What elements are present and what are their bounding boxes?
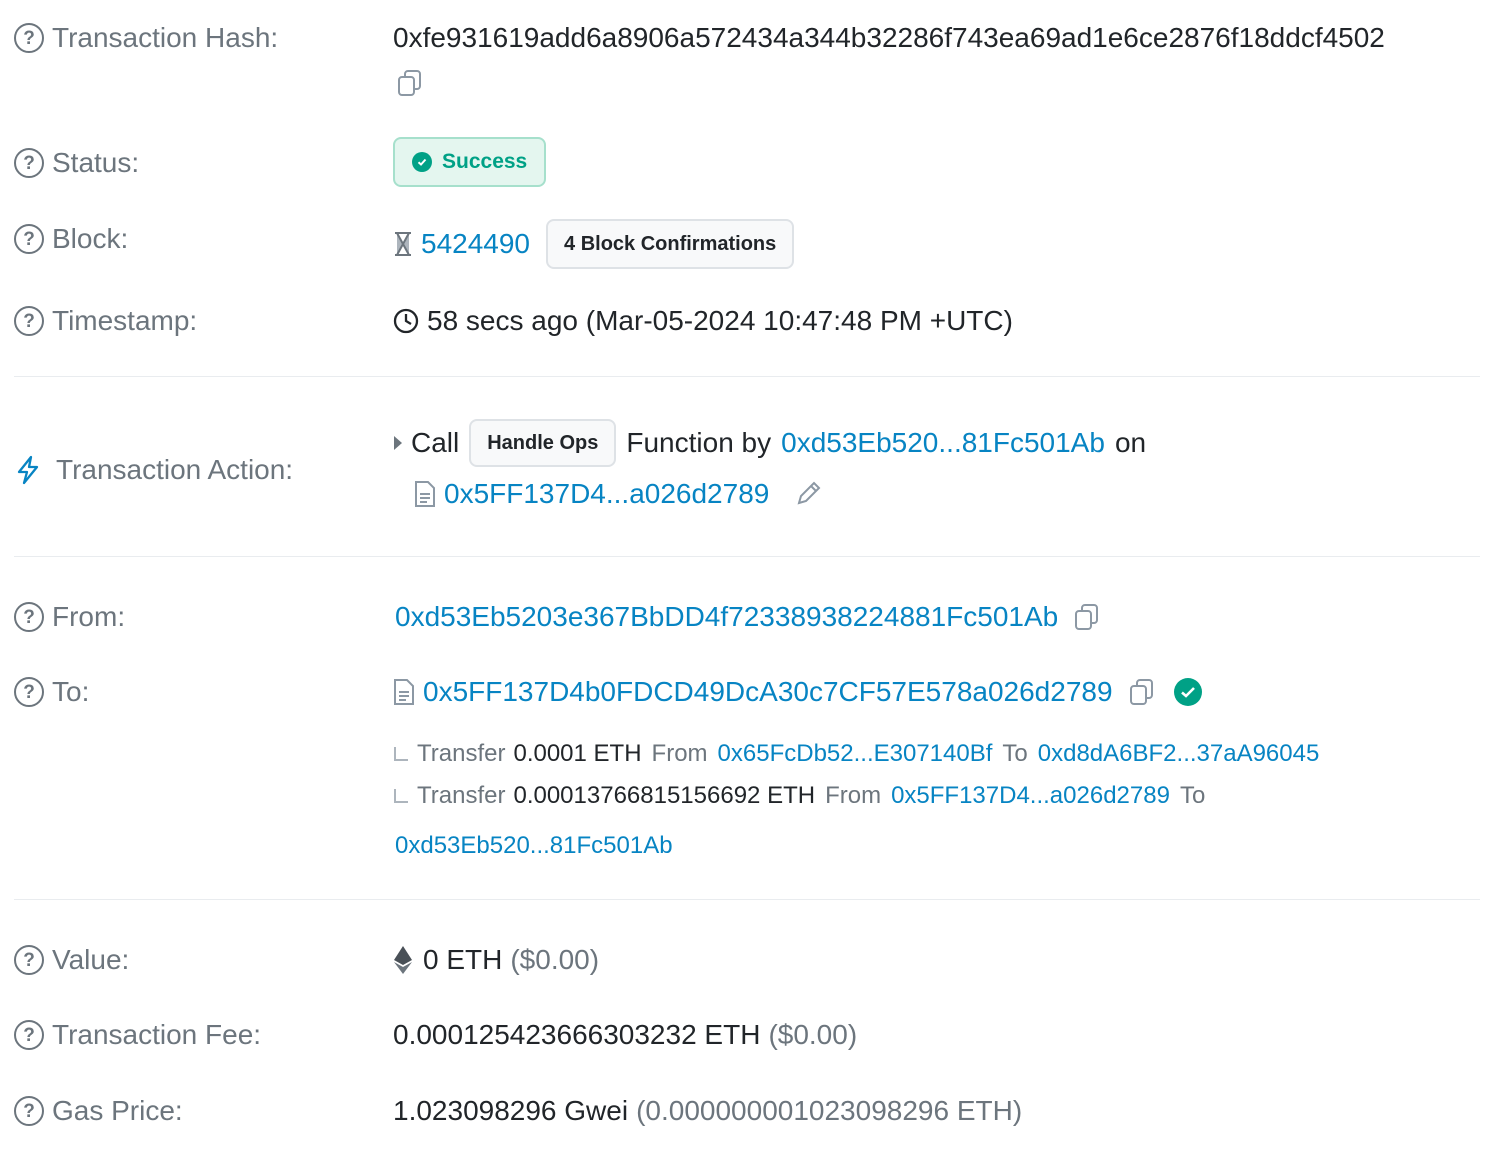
file-icon [393,678,415,706]
timestamp-row: ? Timestamp: 58 secs ago (Mar-05-2024 10… [14,305,1480,341]
transfer-from-link[interactable]: 0x65FcDb52...E307140Bf [718,740,993,768]
fee-usd: ($0.00) [768,1019,858,1050]
transaction-action-label: Transaction Action: [14,454,293,486]
block-confirmations-badge: 4 Block Confirmations [546,219,795,269]
verified-check-icon [1173,677,1203,707]
question-circle-icon[interactable]: ? [14,677,44,707]
caret-right-icon[interactable] [393,435,403,451]
hourglass-icon [393,231,413,257]
from-row: ? From: 0xd53Eb5203e367BbDD4f72338938224… [14,601,1480,637]
copy-icon[interactable] [1072,602,1102,632]
check-circle-icon [412,152,432,172]
gas-price-eth: (0.000000001023098296 ETH) [636,1095,1023,1126]
transaction-action-row: Transaction Action: Call Handle Ops Func… [14,416,1480,526]
timestamp-value: 58 secs ago (Mar-05-2024 10:47:48 PM +UT… [427,305,1013,336]
corner-arrow-icon [393,746,409,762]
to-label: ? To: [14,676,89,708]
copy-icon[interactable] [1127,677,1157,707]
question-circle-icon[interactable]: ? [14,23,44,53]
block-number-link[interactable]: 5424490 [421,228,530,260]
transfer-line: Transfer 0.0001 ETH From 0x65FcDb52...E3… [393,740,1319,768]
transaction-hash-value[interactable]: 0xfe931619add6a8906a572434a344b32286f743… [393,22,1385,54]
transfer-to-link[interactable]: 0xd8dA6BF2...37aA96045 [1038,740,1320,768]
copy-icon[interactable] [395,68,425,98]
value-row: ? Value: 0 ETH ($0.00) [14,944,1480,980]
to-row: ? To: 0x5FF137D4b0FDCD49DcA30c7CF57E578a… [14,676,1480,866]
transfer-from-link[interactable]: 0x5FF137D4...a026d2789 [891,782,1170,810]
transaction-hash-row: ? Transaction Hash: 0xfe931619add6a8906a… [14,22,1480,102]
method-badge: Handle Ops [469,419,617,467]
ethereum-icon [393,945,413,975]
transfer-line-continued: 0xd53Eb520...81Fc501Ab [395,832,673,860]
corner-arrow-icon [393,788,409,804]
gas-price-label: ? Gas Price: [14,1095,183,1127]
status-label: ? Status: [14,147,139,179]
to-address-link[interactable]: 0x5FF137D4b0FDCD49DcA30c7CF57E578a026d27… [423,676,1113,708]
transaction-fee-row: ? Transaction Fee: 0.000125423666303232 … [14,1019,1480,1055]
question-circle-icon[interactable]: ? [14,1096,44,1126]
question-circle-icon[interactable]: ? [14,148,44,178]
divider [14,556,1480,557]
pencil-icon[interactable] [793,479,823,509]
question-circle-icon[interactable]: ? [14,224,44,254]
status-badge: Success [393,137,547,187]
block-label: ? Block: [14,223,128,255]
block-row: ? Block: 5424490 4 Block Confirmations [14,219,1480,269]
value-label: ? Value: [14,944,129,976]
transfer-line: Transfer 0.00013766815156692 ETH From 0x… [393,782,1205,810]
caller-address-link[interactable]: 0xd53Eb520...81Fc501Ab [781,427,1105,459]
question-circle-icon[interactable]: ? [14,945,44,975]
transaction-hash-label: ? Transaction Hash: [14,22,278,54]
timestamp-label: ? Timestamp: [14,305,197,337]
divider [14,899,1480,900]
clock-icon [393,308,419,334]
lightning-icon [14,455,56,485]
from-address-link[interactable]: 0xd53Eb5203e367BbDD4f72338938224881Fc501… [395,601,1058,633]
transfer-to-link[interactable]: 0xd53Eb520...81Fc501Ab [395,832,673,860]
question-circle-icon[interactable]: ? [14,306,44,336]
gas-price-row: ? Gas Price: 1.023098296 Gwei (0.0000000… [14,1095,1480,1131]
status-row: ? Status: Success [14,137,1480,187]
divider [14,376,1480,377]
transaction-fee-label: ? Transaction Fee: [14,1019,261,1051]
fee-amount: 0.000125423666303232 ETH [393,1019,761,1050]
gas-price-amount: 1.023098296 Gwei [393,1095,629,1126]
from-label: ? From: [14,601,125,633]
question-circle-icon[interactable]: ? [14,1020,44,1050]
value-amount: 0 ETH [423,944,503,975]
contract-address-link[interactable]: 0x5FF137D4...a026d2789 [444,478,769,510]
file-icon [414,480,436,508]
question-circle-icon[interactable]: ? [14,602,44,632]
value-usd: ($0.00) [510,944,600,975]
